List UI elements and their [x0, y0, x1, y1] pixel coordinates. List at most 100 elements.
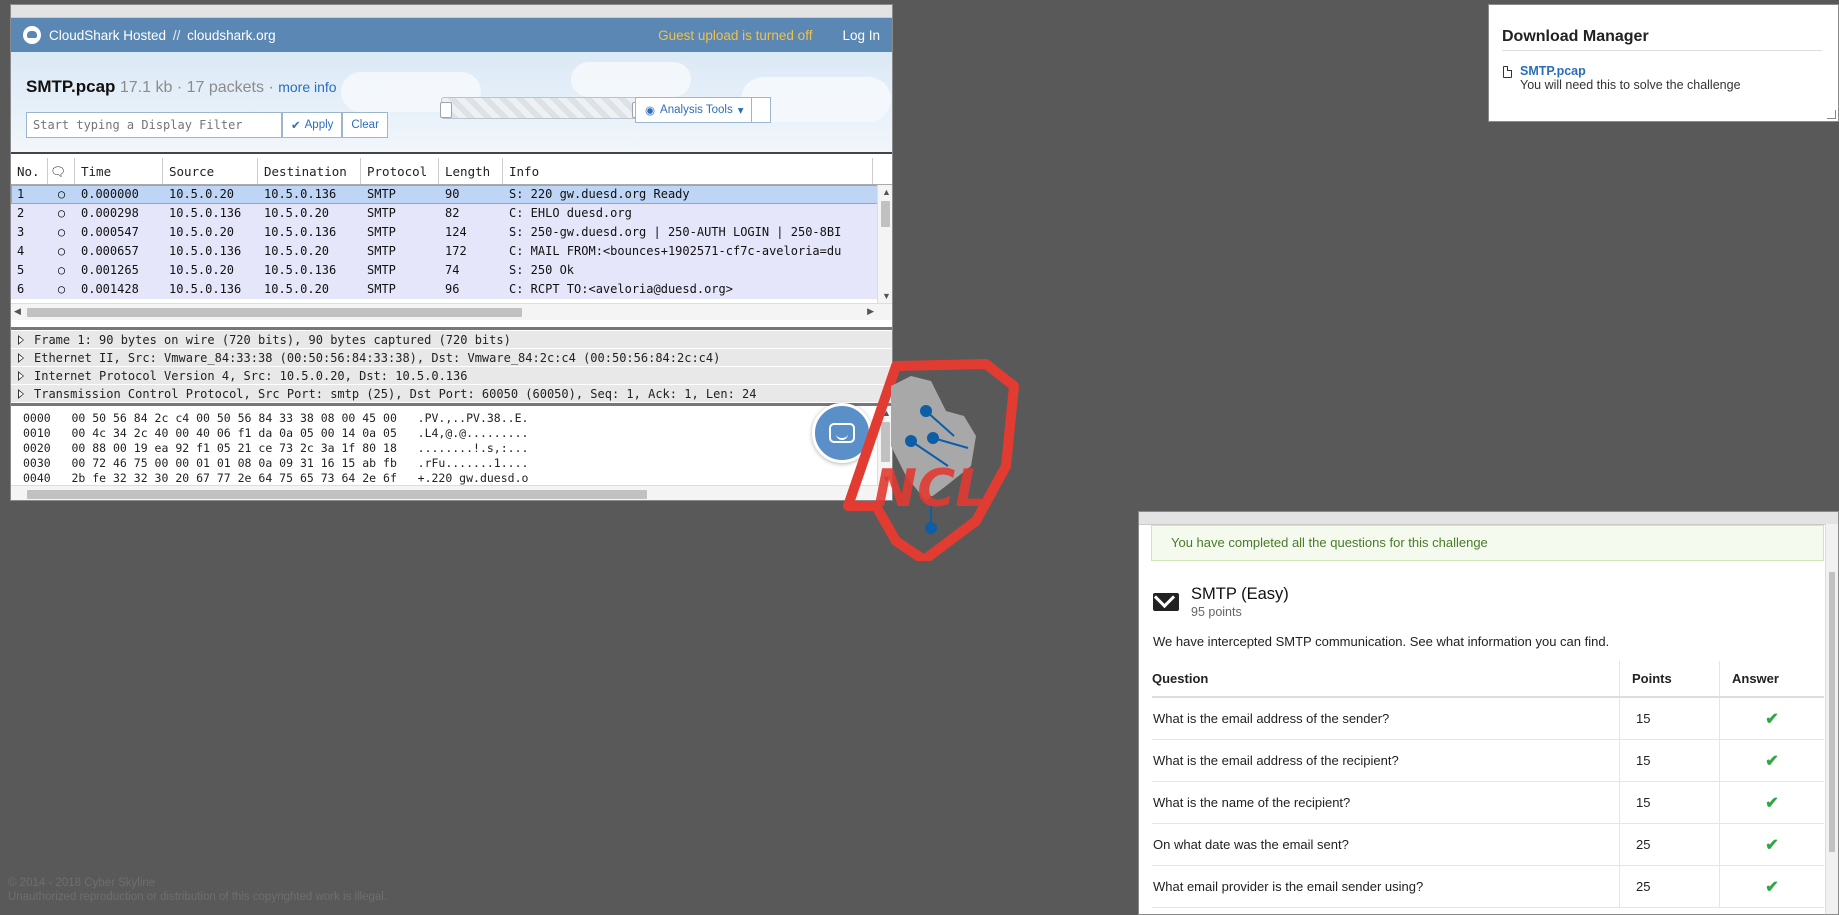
packet-list-vscroll[interactable]: ▲ ▼ — [877, 185, 892, 303]
expand-triangle-icon[interactable] — [18, 370, 24, 381]
packet-row[interactable]: 4 ○ 0.000657 10.5.0.136 10.5.0.20 SMTP 1… — [11, 242, 892, 261]
analysis-tools-button[interactable]: ◉ Analysis Tools ▾ — [635, 97, 754, 123]
brand-name: CloudShark Hosted — [49, 27, 167, 43]
login-link[interactable]: Log In — [842, 28, 880, 43]
challenge-panel: You have completed all the questions for… — [1138, 511, 1839, 915]
completion-alert: You have completed all the questions for… — [1151, 525, 1824, 561]
file-name: SMTP.pcap — [26, 77, 116, 96]
packet-source: 10.5.0.136 — [169, 282, 242, 296]
apply-button[interactable]: ✔ Apply — [282, 112, 343, 138]
file-size: 17.1 kb — [119, 79, 173, 96]
packet-row[interactable]: 1 ○ 0.000000 10.5.0.20 10.5.0.136 SMTP 9… — [11, 185, 892, 204]
guest-upload-notice: Guest upload is turned off — [658, 27, 813, 43]
question-points: 15 — [1619, 697, 1720, 740]
cloudshark-window: CloudShark Hosted // cloudshark.org Gues… — [10, 4, 893, 501]
download-file-link[interactable]: SMTP.pcap — [1520, 64, 1741, 78]
detail-ethernet[interactable]: Ethernet II, Src: Vmware_84:33:38 (00:50… — [11, 349, 892, 366]
challenge-points: 95 points — [1191, 605, 1242, 619]
packet-time: 0.001265 — [81, 263, 139, 277]
brand-domain: cloudshark.org — [187, 27, 276, 43]
lightbulb-icon: ◉ — [645, 105, 656, 117]
packet-row[interactable]: 5 ○ 0.001265 10.5.0.20 10.5.0.136 SMTP 7… — [11, 261, 892, 280]
question-points: 15 — [1619, 739, 1720, 782]
col-comment[interactable]: 🗨 — [48, 158, 75, 184]
cloudshark-brand[interactable]: CloudShark Hosted // cloudshark.org — [49, 28, 276, 43]
ncl-shield-logo: NCL — [843, 359, 1019, 561]
challenge-vscroll[interactable] — [1825, 524, 1838, 914]
packet-protocol: SMTP — [367, 225, 396, 239]
detail-text: Ethernet II, Src: Vmware_84:33:38 (00:50… — [34, 350, 721, 365]
packet-no: 5 — [17, 263, 25, 277]
packet-row[interactable]: 6 ○ 0.001428 10.5.0.136 10.5.0.20 SMTP 9… — [11, 280, 892, 299]
col-time[interactable]: Time — [75, 158, 163, 184]
timeline-slider[interactable] — [440, 97, 644, 119]
packet-list-hscroll[interactable]: ◀ ▶ — [11, 303, 892, 320]
comment-dot-icon: ○ — [57, 244, 66, 258]
packet-info: C: EHLO duesd.org — [509, 206, 632, 220]
question-points: 25 — [1619, 823, 1720, 866]
col-protocol[interactable]: Protocol — [361, 158, 439, 184]
analysis-tools-label: Analysis Tools — [660, 104, 733, 116]
hex-line: 0000 00 50 56 84 2c c4 00 50 56 84 33 38… — [23, 411, 529, 425]
packet-info: S: 220 gw.duesd.org Ready — [509, 187, 690, 201]
download-item: SMTP.pcap You will need this to solve th… — [1503, 64, 1838, 92]
packet-row[interactable]: 3 ○ 0.000547 10.5.0.20 10.5.0.136 SMTP 1… — [11, 223, 892, 242]
questions-header-row: Question Points Answer — [1152, 661, 1824, 698]
col-no[interactable]: No. — [11, 158, 48, 184]
question-points: 15 — [1619, 781, 1720, 824]
comment-dot-icon: ○ — [57, 263, 66, 277]
brand-separator: // — [172, 27, 181, 43]
hex-hscroll[interactable] — [11, 485, 892, 500]
packet-destination: 10.5.0.20 — [264, 282, 330, 296]
detail-frame[interactable]: Frame 1: 90 bytes on wire (720 bits), 90… — [11, 331, 892, 348]
file-info-line: SMTP.pcap 17.1 kb · 17 packets · more in… — [26, 77, 337, 97]
packet-time: 0.000298 — [81, 206, 139, 220]
expand-triangle-icon[interactable] — [18, 388, 24, 399]
window-titlebar[interactable] — [11, 5, 892, 18]
question-row[interactable]: What is the email address of the sender?… — [1152, 697, 1824, 740]
packet-destination: 10.5.0.20 — [264, 244, 330, 258]
question-text: What is the email address of the recipie… — [1152, 739, 1620, 782]
hex-line: 0010 00 4c 34 2c 40 00 40 06 f1 da 0a 05… — [23, 426, 529, 440]
col-length[interactable]: Length — [439, 158, 503, 184]
packet-protocol: SMTP — [367, 187, 396, 201]
display-filter-input[interactable] — [26, 112, 282, 138]
copyright-line: © 2014 - 2018 Cyber Skyline — [8, 877, 156, 889]
check-icon: ✔ — [1765, 752, 1779, 770]
packet-info: C: MAIL FROM:<bounces+1902571-cf7c-avelo… — [509, 244, 842, 258]
challenge-titlebar[interactable] — [1139, 512, 1838, 525]
packet-destination: 10.5.0.136 — [264, 263, 337, 277]
col-destination[interactable]: Destination — [258, 158, 361, 184]
packet-source: 10.5.0.136 — [169, 244, 242, 258]
detail-ip[interactable]: Internet Protocol Version 4, Src: 10.5.0… — [11, 367, 892, 384]
packet-protocol: SMTP — [367, 263, 396, 277]
envelope-icon — [1153, 593, 1179, 611]
question-row[interactable]: What is the email address of the recipie… — [1152, 739, 1824, 782]
question-row[interactable]: What is the name of the recipient? 15 ✔ — [1152, 781, 1824, 824]
extra-tool-button[interactable] — [751, 97, 771, 123]
expand-triangle-icon[interactable] — [18, 352, 24, 363]
question-row[interactable]: On what date was the email sent? 25 ✔ — [1152, 823, 1824, 866]
question-text: What is the email address of the sender? — [1152, 697, 1620, 740]
resize-grip[interactable] — [1827, 110, 1836, 119]
expand-triangle-icon[interactable] — [18, 334, 24, 345]
challenge-title: SMTP (Easy) — [1191, 585, 1289, 603]
more-info-link[interactable]: more info — [278, 79, 336, 95]
cloudshark-logo-icon[interactable] — [23, 26, 41, 44]
col-source[interactable]: Source — [163, 158, 258, 184]
detail-tcp[interactable]: Transmission Control Protocol, Src Port:… — [11, 385, 892, 402]
question-row[interactable]: What email provider is the email sender … — [1152, 865, 1824, 908]
check-icon: ✔ — [1765, 710, 1779, 728]
col-question: Question — [1152, 661, 1620, 698]
comment-dot-icon: ○ — [57, 206, 66, 220]
packet-row[interactable]: 2 ○ 0.000298 10.5.0.136 10.5.0.20 SMTP 8… — [11, 204, 892, 223]
clear-button[interactable]: Clear — [342, 112, 388, 138]
packet-source: 10.5.0.136 — [169, 206, 242, 220]
questions-table: Question Points Answer What is the email… — [1152, 661, 1824, 908]
packet-source: 10.5.0.20 — [169, 263, 235, 277]
col-info[interactable]: Info — [503, 158, 873, 184]
packet-destination: 10.5.0.136 — [264, 225, 337, 239]
slider-handle-left[interactable] — [440, 102, 452, 118]
packet-no: 2 — [17, 206, 25, 220]
comment-dot-icon: ○ — [57, 225, 66, 239]
